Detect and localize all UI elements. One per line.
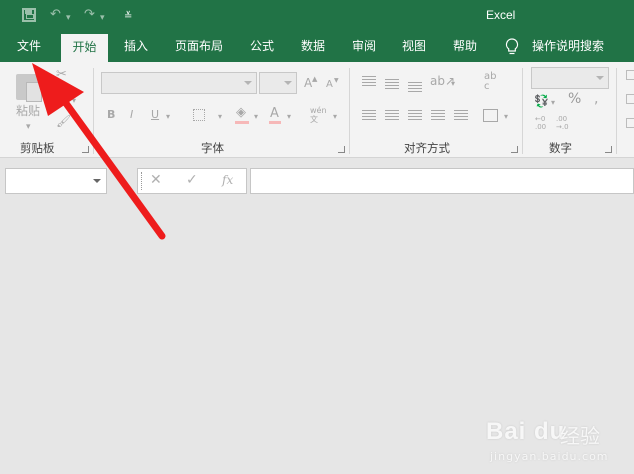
tab-data[interactable]: 数据 — [291, 32, 335, 62]
bold-button[interactable]: B — [107, 108, 115, 122]
ribbon-tabs: 文件 开始 插入 页面布局 公式 数据 审阅 视图 帮助 操作说明搜索 — [0, 32, 634, 62]
phonetic-dropdown-icon[interactable]: ▾ — [333, 110, 337, 124]
percent-style-button[interactable]: % — [568, 92, 581, 106]
ribbon-home: 粘贴 ▾ ✂ ❐ ▾ 🖌 剪贴板 A ▲ A ▼ B I U ▾ ▾ ◈ ▾ A… — [0, 62, 634, 158]
watermark-url: jingyan.baidu.com — [490, 450, 609, 463]
title-bar: ↶ ▾ ↷ ▾ ≚ Excel — [0, 0, 634, 32]
redo-dropdown-icon[interactable]: ▾ — [100, 10, 105, 26]
font-name-combo[interactable] — [101, 72, 257, 94]
italic-button[interactable]: I — [130, 108, 133, 122]
increase-indent-icon[interactable] — [454, 110, 468, 121]
tab-review[interactable]: 审阅 — [342, 32, 386, 62]
undo-icon[interactable]: ↶ — [50, 7, 61, 23]
tab-view[interactable]: 视图 — [392, 32, 436, 62]
alignment-launcher-icon[interactable] — [511, 146, 518, 153]
group-divider — [93, 68, 94, 154]
chevron-down-icon — [244, 81, 252, 85]
name-box[interactable] — [5, 168, 107, 194]
number-group-label: 数字 — [549, 141, 572, 155]
underline-dropdown-icon[interactable]: ▾ — [166, 110, 170, 124]
group-divider — [522, 68, 523, 154]
fill-color-icon[interactable]: ◈ — [236, 106, 246, 120]
clipboard-group-label: 剪贴板 — [20, 141, 55, 155]
paste-dropdown-icon[interactable]: ▾ — [26, 120, 31, 134]
decrease-indent-icon[interactable] — [431, 110, 445, 121]
number-launcher-icon[interactable] — [605, 146, 612, 153]
fill-color-swatch — [235, 121, 249, 124]
insert-function-icon[interactable]: fx — [222, 173, 233, 187]
tab-help[interactable]: 帮助 — [443, 32, 487, 62]
align-top-icon[interactable] — [362, 76, 376, 87]
cell-styles-icon[interactable] — [626, 118, 634, 128]
wrap-text-icon[interactable]: ab c — [484, 72, 500, 92]
number-format-combo[interactable] — [531, 67, 609, 89]
tab-file[interactable]: 文件 — [6, 32, 52, 62]
format-painter-icon[interactable]: 🖌 — [56, 114, 71, 128]
confirm-entry-icon[interactable]: ✓ — [186, 172, 198, 188]
fill-color-dropdown-icon[interactable]: ▾ — [254, 110, 258, 124]
formula-input[interactable] — [250, 168, 634, 194]
cut-icon[interactable]: ✂ — [56, 68, 67, 82]
decrease-decimal-button[interactable]: .00 →.0 — [556, 115, 574, 131]
shrink-font-button[interactable]: A — [326, 78, 333, 92]
tab-page-layout[interactable]: 页面布局 — [166, 32, 232, 62]
align-left-icon[interactable] — [362, 110, 376, 121]
tab-insert[interactable]: 插入 — [114, 32, 158, 62]
clipboard-launcher-icon[interactable] — [82, 146, 89, 153]
lightbulb-icon — [504, 32, 520, 62]
tell-me-search[interactable]: 操作说明搜索 — [528, 32, 608, 62]
align-right-icon[interactable] — [408, 110, 422, 121]
group-divider — [349, 68, 350, 154]
chevron-down-icon — [596, 76, 604, 80]
group-divider — [616, 68, 617, 154]
chevron-down-icon[interactable] — [93, 179, 101, 183]
comma-style-button[interactable]: , — [594, 92, 598, 106]
conditional-formatting-icon[interactable] — [626, 70, 634, 80]
font-group-label: 字体 — [201, 141, 224, 155]
borders-dropdown-icon[interactable]: ▾ — [218, 110, 222, 124]
watermark-brand: Bai du — [486, 418, 566, 445]
paste-paper-icon — [26, 82, 42, 102]
watermark-cn: 经验 — [560, 424, 600, 448]
font-color-swatch — [269, 121, 281, 124]
alignment-group-label: 对齐方式 — [404, 141, 450, 155]
merge-dropdown-icon[interactable]: ▾ — [504, 110, 508, 124]
watermark: Bai du 经验 jingyan.baidu.com — [478, 408, 628, 468]
format-as-table-icon[interactable] — [626, 94, 634, 104]
increase-decimal-button[interactable]: ←0 .00 — [535, 115, 553, 131]
shrink-font-arrow-icon: ▼ — [334, 77, 339, 84]
font-size-combo[interactable] — [259, 72, 297, 94]
save-icon[interactable] — [22, 8, 36, 22]
redo-icon[interactable]: ↷ — [84, 7, 95, 23]
underline-button[interactable]: U — [151, 108, 159, 122]
accounting-dropdown-icon[interactable]: ▾ — [551, 96, 555, 110]
font-launcher-icon[interactable] — [338, 146, 345, 153]
accounting-format-icon[interactable]: 💱 — [534, 94, 549, 108]
phonetic-button[interactable]: wén 文 — [310, 106, 332, 124]
tab-home[interactable]: 开始 — [61, 34, 108, 62]
align-middle-icon[interactable] — [385, 79, 399, 90]
font-color-dropdown-icon[interactable]: ▾ — [287, 110, 291, 124]
copy-dropdown-icon[interactable]: ▾ — [72, 94, 76, 108]
copy-icon[interactable]: ❐ — [58, 92, 69, 106]
orientation-dropdown-icon[interactable]: ▾ — [451, 77, 455, 91]
grow-font-arrow-icon: ▲ — [312, 75, 318, 83]
customize-qat-icon[interactable]: ≚ — [124, 9, 132, 25]
formula-buttons: ✕ ✓ fx — [137, 168, 247, 194]
window-title: Excel — [486, 8, 516, 22]
borders-icon[interactable] — [193, 109, 205, 121]
undo-dropdown-icon[interactable]: ▾ — [66, 10, 71, 26]
chevron-down-icon — [284, 81, 292, 85]
cancel-entry-icon[interactable]: ✕ — [150, 172, 162, 188]
align-center-icon[interactable] — [385, 110, 399, 121]
font-color-button[interactable]: A — [270, 107, 279, 121]
align-bottom-icon[interactable] — [408, 82, 422, 93]
paste-label[interactable]: 粘贴 — [16, 104, 40, 118]
grow-font-button[interactable]: A — [304, 76, 312, 90]
tab-formulas[interactable]: 公式 — [240, 32, 284, 62]
merge-center-icon[interactable] — [483, 109, 498, 122]
